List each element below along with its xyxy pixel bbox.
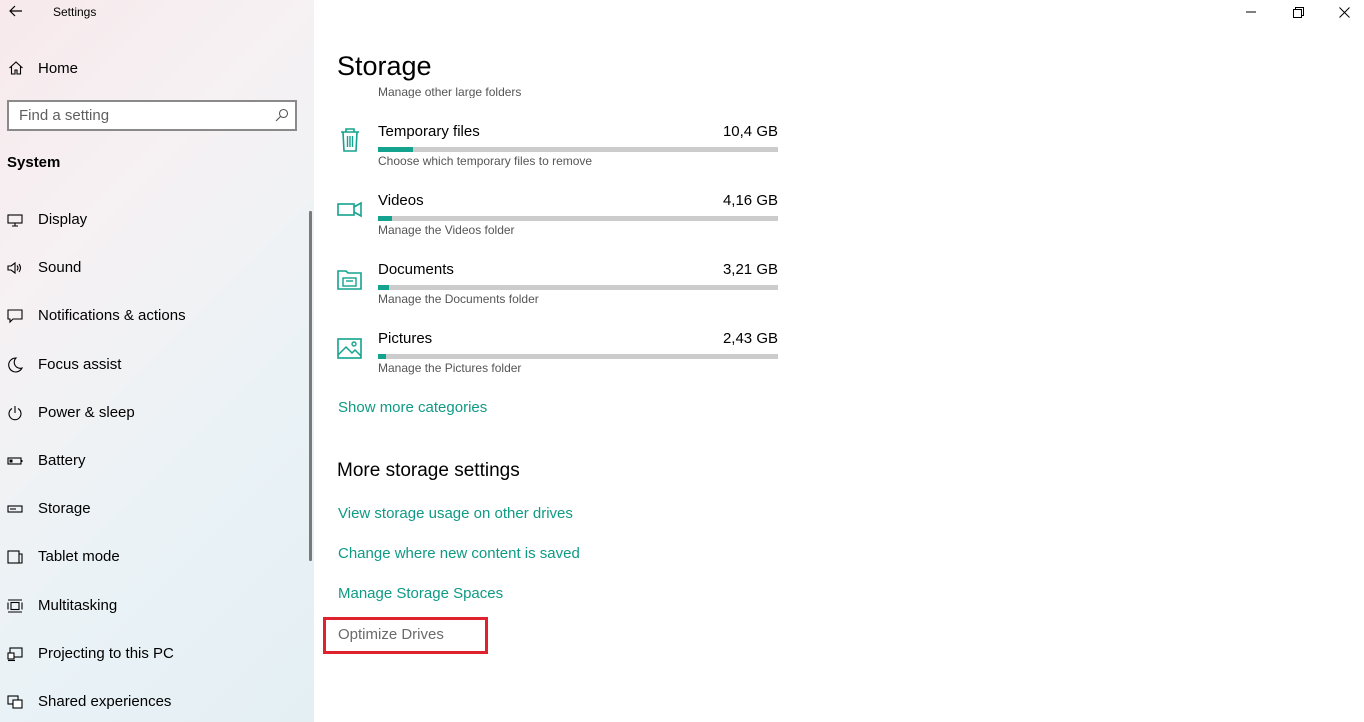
sidebar-item-display[interactable]: Display	[0, 202, 305, 238]
sidebar-item-label: Power & sleep	[38, 404, 135, 421]
sidebar-item-label: Projecting to this PC	[38, 645, 174, 662]
sidebar-item-label: Shared experiences	[38, 693, 172, 710]
moon-icon	[8, 357, 23, 373]
sidebar: Settings Home System Display Sound	[0, 0, 314, 722]
category-videos[interactable]: Videos 4,16 GB Manage the Videos folder	[337, 192, 782, 252]
close-icon	[1338, 6, 1350, 18]
usage-bar	[378, 285, 778, 290]
usage-bar	[378, 216, 778, 221]
usage-bar-fill	[378, 147, 414, 152]
sidebar-item-tablet-mode[interactable]: Tablet mode	[0, 539, 305, 575]
category-size: 2,43 GB	[722, 330, 778, 347]
category-description: Manage the Videos folder	[378, 223, 515, 237]
sidebar-item-sound[interactable]: Sound	[0, 250, 305, 286]
usage-bar-fill	[378, 216, 392, 221]
sidebar-item-battery[interactable]: Battery	[0, 443, 305, 479]
category-documents[interactable]: Documents 3,21 GB Manage the Documents f…	[337, 261, 782, 321]
shared-icon	[7, 695, 23, 709]
sidebar-item-notifications[interactable]: Notifications & actions	[0, 298, 305, 334]
category-size: 3,21 GB	[722, 261, 778, 278]
category-name: Documents	[378, 261, 454, 278]
sidebar-item-label: Home	[38, 60, 79, 77]
tablet-icon	[7, 550, 23, 564]
documents-icon	[337, 270, 362, 290]
manage-storage-spaces-link[interactable]: Manage Storage Spaces	[338, 585, 503, 602]
display-icon	[7, 214, 23, 227]
home-icon	[9, 61, 23, 75]
restore-button[interactable]	[1275, 0, 1321, 24]
sidebar-item-label: Display	[38, 211, 88, 228]
sidebar-item-storage[interactable]: Storage	[0, 491, 305, 527]
back-button[interactable]	[6, 2, 26, 20]
sidebar-item-multitasking[interactable]: Multitasking	[0, 588, 305, 624]
arrow-left-icon	[9, 5, 22, 17]
page-title: Storage	[337, 51, 432, 81]
highlight-box	[323, 617, 488, 654]
category-size: 10,4 GB	[722, 123, 778, 140]
projecting-icon	[7, 647, 23, 662]
video-camera-icon	[337, 201, 362, 218]
sidebar-scrollbar[interactable]	[309, 211, 312, 561]
sidebar-item-label: Multitasking	[38, 597, 118, 614]
usage-bar-fill	[378, 354, 386, 359]
trash-icon	[341, 128, 359, 152]
category-temporary-files[interactable]: Temporary files 10,4 GB Choose which tem…	[337, 123, 782, 183]
change-new-content-location-link[interactable]: Change where new content is saved	[338, 545, 580, 562]
sound-icon	[7, 261, 22, 275]
power-icon	[8, 406, 22, 421]
usage-bar	[378, 354, 778, 359]
search-input[interactable]	[9, 102, 269, 129]
search-icon[interactable]	[275, 108, 289, 122]
partial-description: Manage other large folders	[378, 86, 522, 98]
sidebar-item-label: Notifications & actions	[38, 307, 186, 324]
sidebar-item-projecting[interactable]: Projecting to this PC	[0, 636, 305, 672]
minimize-icon	[1246, 11, 1256, 13]
sidebar-item-power-sleep[interactable]: Power & sleep	[0, 395, 305, 431]
sidebar-item-label: Sound	[38, 259, 82, 276]
battery-icon	[7, 457, 23, 465]
category-name: Temporary files	[378, 123, 480, 140]
sidebar-item-label: Battery	[38, 452, 86, 469]
category-description: Choose which temporary files to remove	[378, 154, 593, 168]
category-description: Manage the Pictures folder	[378, 361, 522, 375]
view-storage-other-drives-link[interactable]: View storage usage on other drives	[338, 505, 573, 522]
notifications-icon	[7, 309, 23, 324]
pictures-icon	[337, 338, 362, 359]
usage-bar-fill	[378, 285, 389, 290]
close-button[interactable]	[1321, 0, 1364, 24]
show-more-categories-link[interactable]: Show more categories	[338, 399, 487, 416]
sidebar-item-focus-assist[interactable]: Focus assist	[0, 347, 305, 383]
more-storage-heading: More storage settings	[337, 460, 520, 481]
search-box[interactable]	[7, 100, 297, 131]
app-title: Settings	[53, 5, 97, 19]
sidebar-item-label: Storage	[38, 500, 91, 517]
minimize-button[interactable]	[1228, 0, 1274, 24]
multitasking-icon	[7, 599, 23, 613]
category-pictures[interactable]: Pictures 2,43 GB Manage the Pictures fol…	[337, 330, 782, 390]
storage-icon	[7, 505, 23, 513]
restore-icon	[1292, 6, 1304, 18]
sidebar-item-label: Tablet mode	[38, 548, 120, 565]
usage-bar	[378, 147, 778, 152]
category-name: Pictures	[378, 330, 433, 347]
category-description: Manage the Documents folder	[378, 292, 539, 306]
sidebar-item-shared-experiences[interactable]: Shared experiences	[0, 684, 305, 720]
category-name: Videos	[378, 192, 424, 209]
category-size: 4,16 GB	[722, 192, 778, 209]
sidebar-item-home[interactable]: Home	[0, 54, 300, 82]
sidebar-item-label: Focus assist	[38, 356, 122, 373]
section-label: System	[7, 154, 61, 171]
